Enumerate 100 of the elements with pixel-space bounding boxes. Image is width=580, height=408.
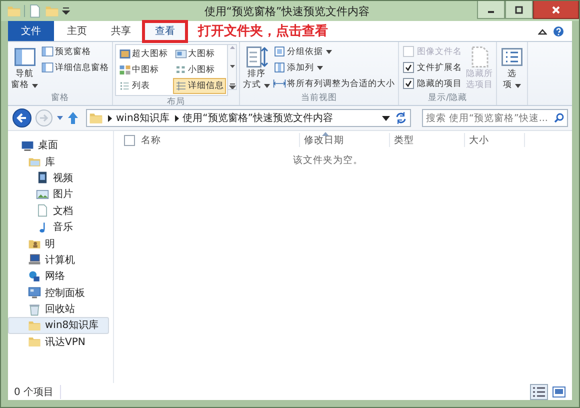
scroll-down-icon[interactable] bbox=[228, 64, 236, 69]
ribbon-button[interactable]: 预览窗格 bbox=[40, 44, 110, 59]
ribbon-tab[interactable]: 主页 bbox=[56, 22, 98, 41]
folder-icon bbox=[89, 111, 103, 125]
recycle-bin-icon bbox=[28, 302, 41, 316]
checkmark-icon bbox=[405, 80, 412, 87]
column-icon bbox=[273, 61, 286, 74]
medium-icons-icon bbox=[119, 64, 131, 76]
nav-tree-item[interactable]: 明 bbox=[8, 235, 109, 252]
desktop-icon bbox=[21, 138, 34, 152]
address-dropdown-icon[interactable] bbox=[382, 116, 390, 120]
nav-tree-item[interactable]: win8知识库 bbox=[8, 317, 109, 334]
nav-tree-item[interactable]: 库 bbox=[8, 153, 109, 170]
picture-frame-icon bbox=[552, 386, 566, 398]
back-button[interactable] bbox=[12, 108, 32, 128]
details-icon bbox=[532, 386, 546, 398]
ribbon-button[interactable]: 添加列 bbox=[272, 60, 396, 75]
nav-tree-item[interactable]: 桌面 bbox=[8, 137, 109, 154]
layout-option[interactable]: 详细信息 bbox=[173, 78, 226, 94]
globe-icon bbox=[28, 270, 41, 283]
ribbon-group-label: 显示/隐藏 bbox=[427, 92, 468, 105]
nav-tree-item[interactable]: 视频 bbox=[8, 170, 109, 186]
column-header[interactable]: 类型 bbox=[394, 134, 414, 146]
nav-tree-item[interactable]: 图片 bbox=[8, 186, 109, 203]
image-icon bbox=[36, 188, 49, 201]
file-menu-tab[interactable]: 文件 bbox=[8, 21, 54, 41]
layout-option[interactable]: 列表 bbox=[117, 78, 170, 94]
layout-option[interactable]: 小图标 bbox=[173, 62, 226, 78]
select-all-checkbox[interactable] bbox=[124, 134, 135, 146]
help-icon[interactable] bbox=[553, 26, 564, 36]
layout-option[interactable]: 大图标 bbox=[173, 46, 226, 62]
ribbon-group-label: 布局 bbox=[166, 96, 186, 105]
ribbon-button[interactable]: 分组依据 bbox=[272, 44, 396, 59]
ribbon-button[interactable]: 将所有列调整为合适的大小 bbox=[272, 76, 396, 91]
nav-tree-item[interactable]: 网络 bbox=[8, 268, 109, 285]
maximize-button[interactable] bbox=[505, 1, 533, 19]
nav-tree-item[interactable]: 控制面板 bbox=[8, 284, 109, 301]
maximize-icon bbox=[514, 6, 524, 14]
breadcrumb-arrow-icon[interactable] bbox=[174, 114, 179, 122]
layout-option[interactable]: 中图标 bbox=[117, 62, 170, 78]
column-header[interactable]: 修改日期 bbox=[304, 134, 344, 146]
pane-icon bbox=[41, 45, 54, 58]
ribbon-button[interactable]: 详细信息窗格 bbox=[40, 60, 110, 75]
ribbon-checkbox[interactable]: 隐藏的项目 bbox=[401, 76, 464, 91]
ribbon-button[interactable]: 选 项 bbox=[499, 44, 525, 92]
sort-icon bbox=[244, 45, 268, 69]
search-icon[interactable] bbox=[554, 113, 564, 123]
document-icon bbox=[28, 4, 42, 18]
document-icon bbox=[36, 204, 49, 218]
folder-icon bbox=[45, 4, 59, 18]
sort-arrow-icon bbox=[322, 132, 329, 136]
list-view-icon bbox=[119, 80, 131, 92]
collapse-ribbon-icon[interactable] bbox=[538, 28, 547, 34]
empty-folder-message: 该文件夹为空。 bbox=[292, 154, 364, 167]
window-title: 使用“预览窗格”快速预览文件内容 bbox=[203, 4, 371, 18]
minimize-button[interactable] bbox=[477, 1, 505, 19]
computer-icon bbox=[28, 253, 41, 266]
small-icons-icon bbox=[175, 64, 187, 76]
ribbon-group-label: 当前视图 bbox=[300, 92, 338, 105]
layout-option[interactable]: 超大图标 bbox=[117, 46, 170, 62]
ribbon-checkbox[interactable]: 文件扩展名 bbox=[401, 60, 464, 75]
search-field[interactable]: 搜索 使用“预览窗格”快速... bbox=[422, 109, 568, 127]
breadcrumb-item[interactable]: 使用“预览窗格”快速预览文件内容 bbox=[182, 111, 334, 125]
checkmark-icon bbox=[405, 64, 412, 71]
ribbon-button[interactable]: 导航 窗格 bbox=[10, 44, 39, 92]
close-button[interactable] bbox=[533, 1, 579, 19]
folder-icon bbox=[7, 4, 21, 18]
folder-icon bbox=[28, 335, 41, 348]
group-icon bbox=[273, 45, 286, 58]
up-arrow-button[interactable] bbox=[67, 111, 79, 125]
ribbon-tab[interactable]: 查看 bbox=[144, 22, 186, 41]
refresh-icon[interactable] bbox=[394, 111, 408, 125]
extra-large-icons-icon bbox=[119, 48, 131, 60]
annotation-text: 打开文件夹，点击查看 bbox=[198, 22, 328, 40]
nav-tree-item[interactable]: 文档 bbox=[8, 202, 109, 219]
nav-tree-item[interactable]: 讯达VPN bbox=[8, 334, 109, 350]
nav-tree-item[interactable]: 回收站 bbox=[8, 300, 109, 318]
nav-tree-item[interactable]: 计算机 bbox=[8, 252, 109, 268]
close-icon bbox=[551, 6, 561, 14]
column-header[interactable]: 名称 bbox=[141, 134, 161, 146]
ribbon-group-label: 窗格 bbox=[50, 92, 70, 105]
details-view-button[interactable] bbox=[530, 384, 548, 400]
item-count: 0 个项目 bbox=[14, 384, 61, 398]
column-header[interactable]: 大小 bbox=[469, 134, 489, 146]
large-icons-icon bbox=[175, 48, 187, 60]
control-panel-icon bbox=[28, 286, 41, 300]
customize-caret-icon[interactable] bbox=[62, 7, 70, 15]
nav-tree-item[interactable]: 音乐 bbox=[8, 218, 109, 236]
breadcrumb-arrow-icon[interactable] bbox=[107, 114, 112, 122]
ribbon-tab[interactable]: 共享 bbox=[100, 22, 142, 41]
film-icon bbox=[36, 171, 49, 184]
folder-icon bbox=[28, 318, 41, 332]
list-icon bbox=[500, 45, 524, 69]
breadcrumb-item[interactable]: win8知识库 bbox=[116, 111, 170, 125]
pane-icon bbox=[12, 45, 36, 69]
ribbon-button[interactable]: 排序 方式 bbox=[242, 44, 271, 92]
large-icons-view-button[interactable] bbox=[550, 384, 568, 400]
recent-pages-icon[interactable] bbox=[56, 115, 64, 121]
pane-icon bbox=[41, 61, 54, 74]
expand-gallery-icon[interactable] bbox=[228, 83, 236, 89]
